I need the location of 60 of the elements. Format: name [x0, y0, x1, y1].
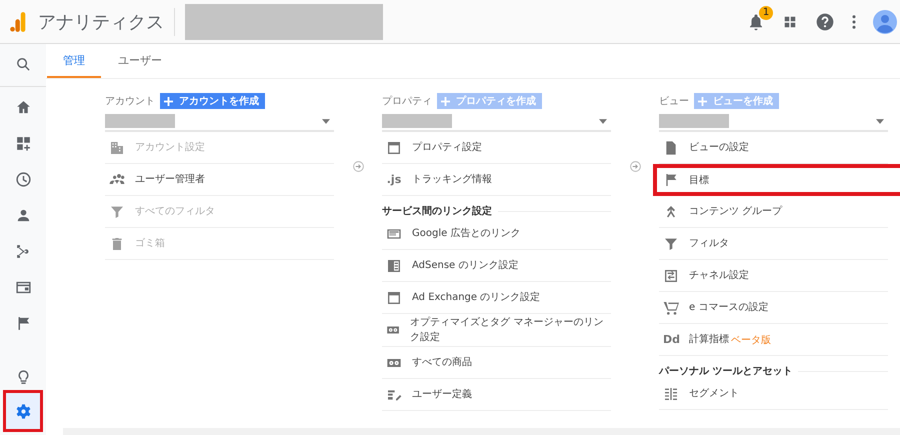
settings-icon[interactable]: [14, 402, 32, 420]
icon-label: Dd: [663, 333, 679, 346]
caret-icon: [876, 118, 884, 124]
menu-link[interactable]: AdSense のリンク設定: [412, 258, 518, 273]
menu-link[interactable]: オプティマイズとタグ マネージャーのリンク設定: [410, 315, 607, 345]
caret-icon: [599, 118, 607, 124]
create-button[interactable]: アカウントを作成: [160, 93, 265, 109]
menu-link[interactable]: チャネル設定: [689, 268, 749, 283]
dashboard-icon[interactable]: [14, 135, 32, 152]
icon-label: .js: [386, 173, 402, 186]
window-icon: [386, 290, 402, 306]
app-title: アナリティクス: [38, 10, 164, 34]
menu-link[interactable]: セグメント: [689, 386, 739, 401]
redacted-block: [659, 114, 729, 128]
menu-link[interactable]: 目標: [689, 172, 709, 188]
menu-link[interactable]: プロパティ設定: [412, 140, 482, 155]
cart-icon: [663, 300, 679, 316]
notification-badge: 1: [759, 6, 773, 20]
section-heading: サービス間のリンク設定: [382, 204, 492, 218]
menu-link[interactable]: フィルタ: [689, 236, 729, 251]
channel-icon: [663, 268, 679, 284]
branch-icon[interactable]: [14, 242, 32, 260]
arrow-icon: [630, 161, 641, 172]
segment-icon: [663, 386, 679, 402]
redacted-block: [382, 114, 452, 128]
menu-link[interactable]: ユーザー定義: [412, 387, 472, 402]
menu-link[interactable]: Ad Exchange のリンク設定: [412, 290, 540, 305]
plus-icon: [441, 96, 450, 106]
tab[interactable]: 管理: [47, 44, 101, 78]
menu-link[interactable]: ユーザー管理者: [135, 172, 205, 187]
column-label: プロパティ: [382, 94, 432, 108]
section-heading: パーソナル ツールとアセット: [659, 365, 792, 378]
search-icon[interactable]: [14, 56, 32, 74]
clock-icon[interactable]: [14, 171, 32, 188]
avatar[interactable]: [873, 10, 897, 34]
menu-link[interactable]: Google 広告とのリンク: [412, 226, 520, 241]
arrow-icon: [353, 161, 364, 172]
menu-link[interactable]: トラッキング情報: [412, 172, 492, 187]
plus-icon: [164, 96, 173, 106]
caret-icon: [322, 118, 330, 124]
building-icon: [109, 140, 125, 156]
filter-icon: [663, 236, 679, 252]
filter-icon: [109, 204, 125, 220]
menu-link[interactable]: すべての商品: [412, 355, 472, 370]
beta-label: ベータ版: [731, 334, 771, 346]
menu-link[interactable]: 計算指標: [689, 332, 729, 347]
redacted-block: [105, 114, 175, 128]
column-label: アカウント: [105, 95, 155, 108]
menu-link[interactable]: e コマースの設定: [689, 300, 768, 315]
menu-link[interactable]: コンテンツ グループ: [689, 204, 782, 219]
plus-icon: [698, 96, 707, 106]
analytics-logo: [10, 10, 28, 32]
menu-link[interactable]: ビューの設定: [689, 140, 749, 155]
more-icon[interactable]: [851, 12, 857, 30]
window-icon: [386, 140, 402, 156]
columns-icon: [386, 258, 402, 274]
column-label: ビュー: [659, 95, 689, 108]
tab[interactable]: ユーザー: [102, 44, 178, 78]
notification-icon[interactable]: [747, 12, 765, 30]
help-icon[interactable]: [815, 12, 835, 32]
